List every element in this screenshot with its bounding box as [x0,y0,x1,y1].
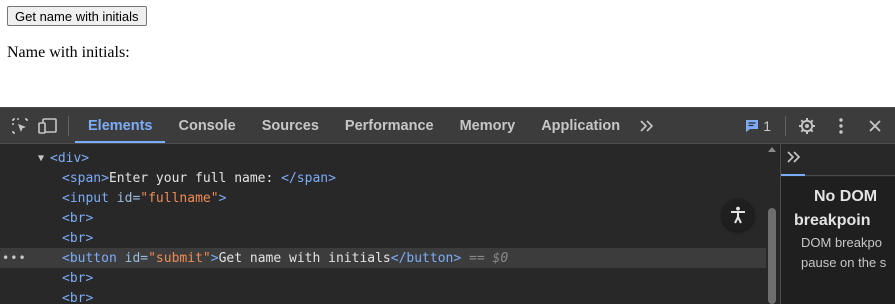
attr-value-submit: "submit" [148,251,211,266]
tab-console[interactable]: Console [165,108,248,143]
attr-value-fullname: "fullname" [140,191,218,206]
tag-button-end: > [211,251,219,266]
tag-button-close: </button> [391,251,461,266]
devtools-panel: Elements Console Sources Performance Mem… [0,107,895,303]
dom-breakpoints-title: No DOM breakpoin [814,185,877,233]
dom-node-span[interactable]: <span>Enter your full name: </span> [0,168,766,188]
tab-elements[interactable]: Elements [75,108,165,143]
settings-gear-icon[interactable] [793,112,821,140]
get-name-with-initials-button[interactable]: Get name with initials [7,6,147,26]
issues-count: 1 [763,118,771,134]
tag-input-end: > [219,191,227,206]
tag-input-open: <input [62,191,109,206]
toolbar-divider [68,116,69,136]
close-icon[interactable] [861,112,889,140]
scrollbar-thumb[interactable] [768,208,776,304]
tag-span-close: </span> [281,171,336,186]
dom-node-br[interactable]: <br> [0,288,766,304]
side-pane-tabs [781,144,895,176]
toolbar-right-controls: 1 [735,108,895,143]
node-actions-ellipsis-icon[interactable]: ••• [2,251,27,265]
dom-tree-scrollbar[interactable] [766,144,778,304]
attr-id: id= [117,251,148,266]
tag-div-open: <div> [50,151,89,166]
side-tab-active-indicator [781,174,805,176]
tag-button-open: <button [62,251,117,266]
name-with-initials-label: Name with initials: [7,44,130,62]
devtools-toolbar: Elements Console Sources Performance Mem… [0,108,895,144]
tag-br: <br> [62,271,93,286]
device-toolbar-icon[interactable] [34,112,62,140]
tab-application[interactable]: Application [528,108,633,143]
scroll-up-arrow-icon[interactable] [768,147,776,152]
button-text: Get name with initials [219,251,391,266]
accessibility-icon [729,206,747,224]
issues-icon [745,119,759,133]
expand-triangle-icon[interactable]: ▼ [38,153,50,164]
tab-performance[interactable]: Performance [332,108,447,143]
tag-br: <br> [62,211,93,226]
tag-span-open: <span> [62,171,109,186]
more-vertical-icon[interactable] [827,112,855,140]
dom-node-br[interactable]: <br> [0,268,766,288]
page-content: Get name with initials Name with initial… [0,0,895,107]
inspect-element-icon[interactable] [6,112,34,140]
selected-node-marker: == $0 [461,251,508,266]
chevron-double-right-icon[interactable] [633,112,661,140]
chevron-double-right-icon[interactable] [786,150,802,169]
accessibility-tree-toggle[interactable] [722,199,754,231]
styles-side-pane: No DOM breakpoin DOM breakpo pause on th… [780,144,895,304]
dom-node-br[interactable]: <br> [0,228,766,248]
title-line-2: breakpoin [794,209,877,233]
span-text: Enter your full name: [109,171,281,186]
toolbar-divider-right [785,116,786,136]
description-line-1: DOM breakpo [801,233,886,253]
tag-br: <br> [62,291,93,304]
description-line-2: pause on the s [801,253,886,273]
tab-memory[interactable]: Memory [447,108,529,143]
tag-br: <br> [62,231,93,246]
issues-counter[interactable]: 1 [735,118,781,134]
dom-node-br[interactable]: <br> [0,208,766,228]
attr-id: id= [109,191,140,206]
tab-sources[interactable]: Sources [249,108,332,143]
dom-node-div[interactable]: ▼<div> [0,148,766,168]
title-line-1: No DOM [814,185,877,209]
dom-tree: ▼<div> <span>Enter your full name: </spa… [0,144,780,304]
dom-node-input[interactable]: <input id="fullname"> [0,188,766,208]
dom-breakpoints-description: DOM breakpo pause on the s [801,233,886,273]
dom-node-button-selected[interactable]: ••• <button id="submit">Get name with ini… [0,248,766,268]
